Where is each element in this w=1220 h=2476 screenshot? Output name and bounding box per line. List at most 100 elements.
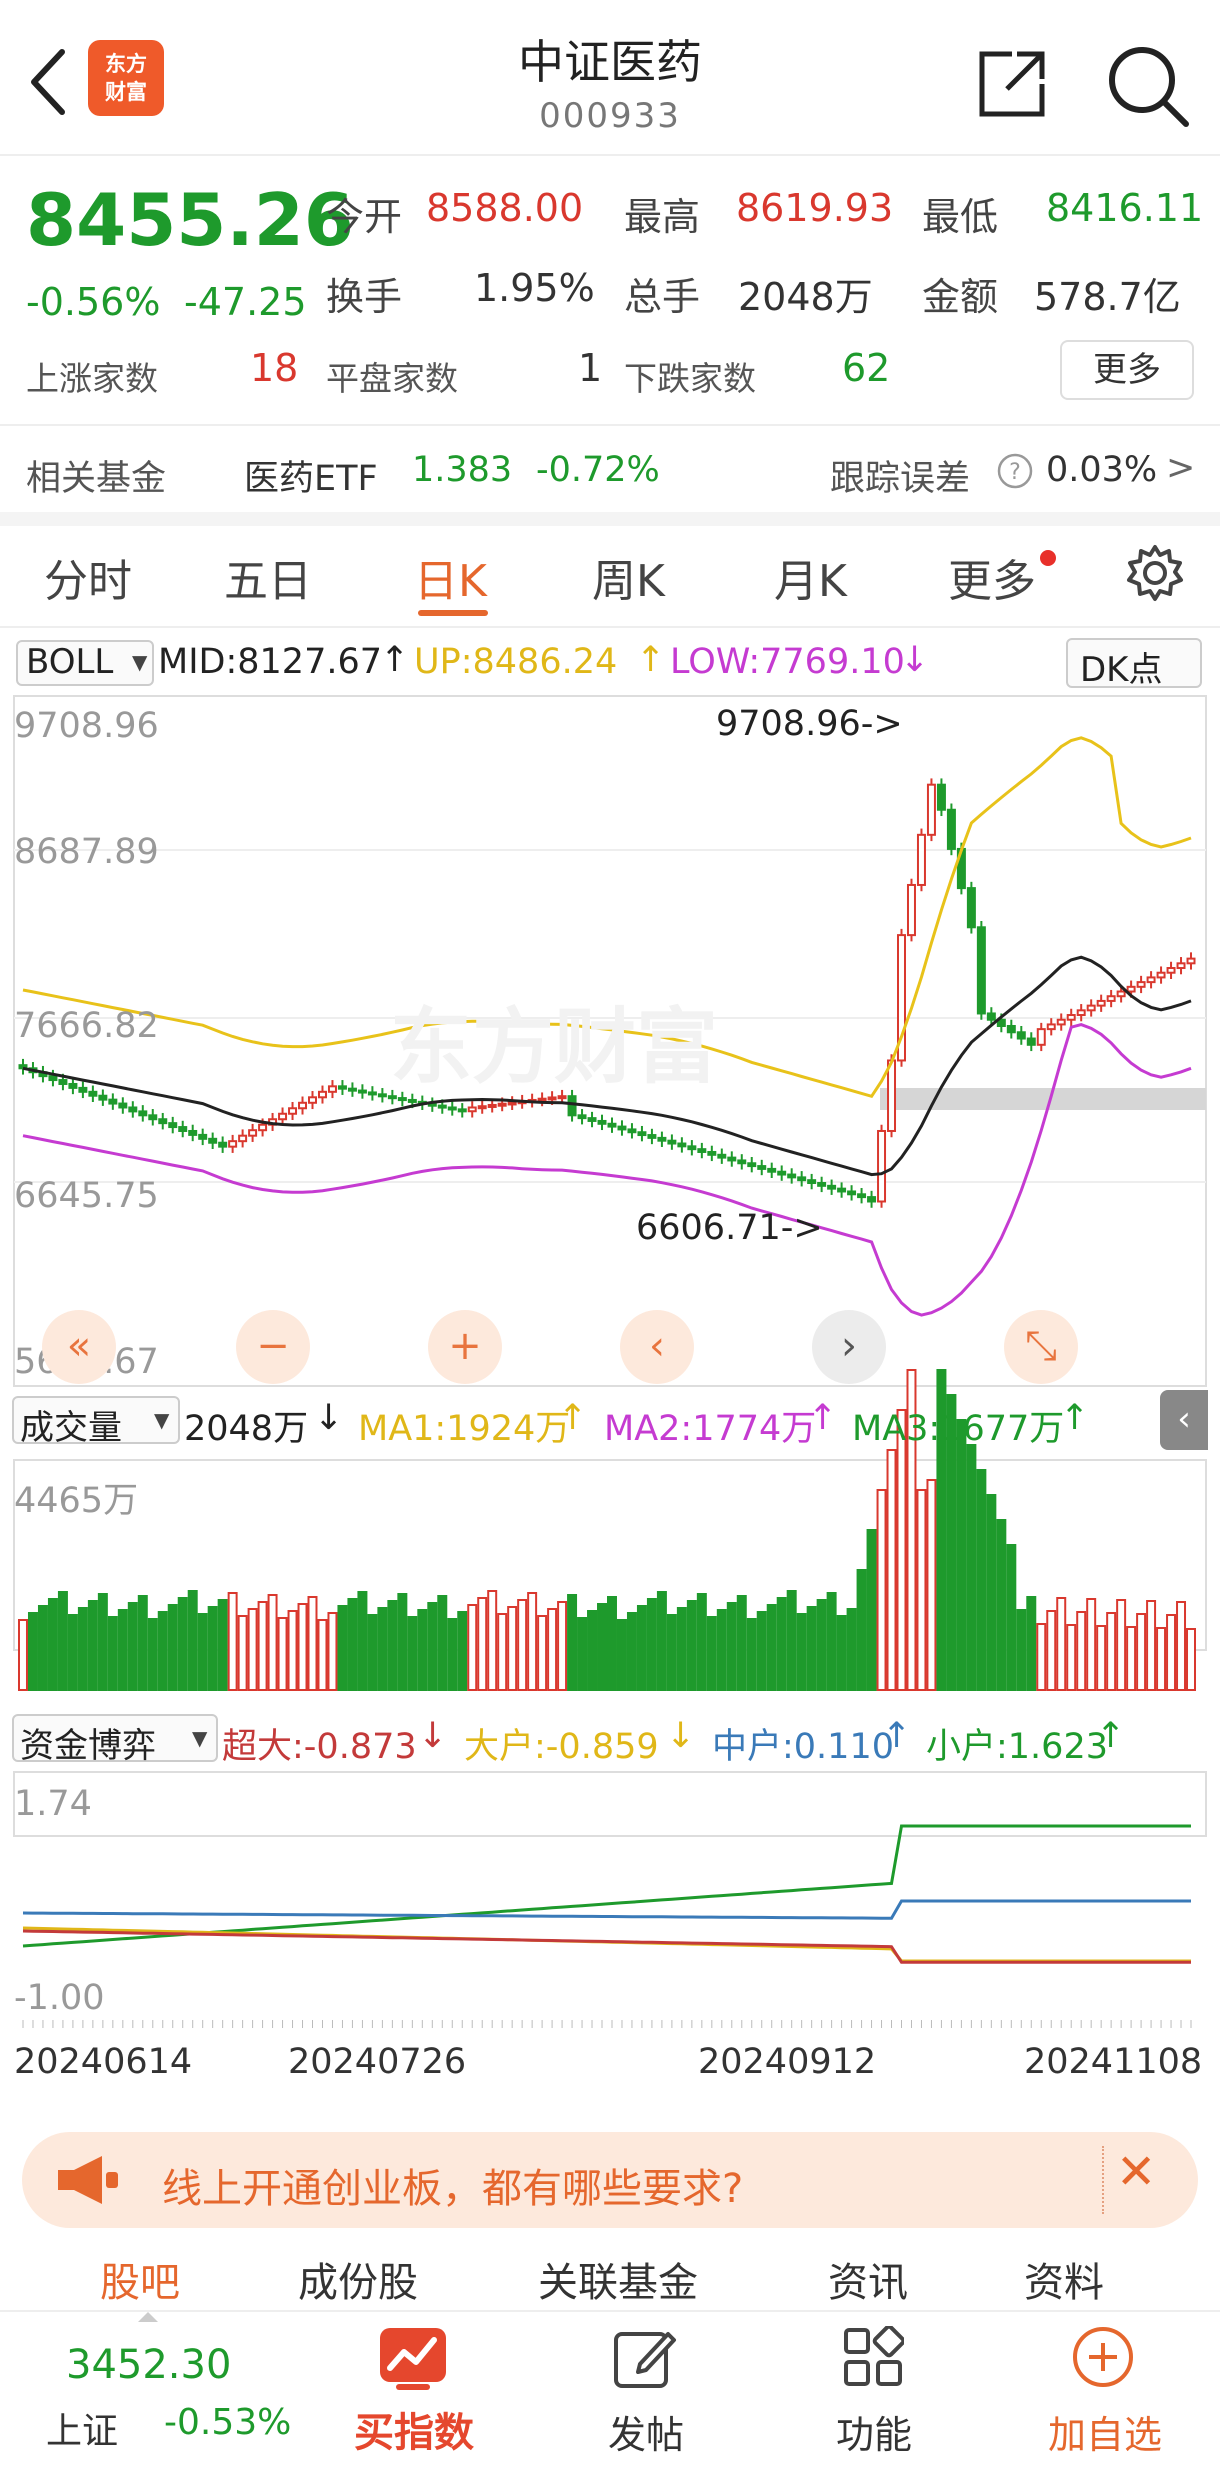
volume-bar <box>157 1611 168 1691</box>
grid-icon[interactable] <box>842 2326 904 2388</box>
tab-intraday[interactable]: 分时 <box>44 545 132 609</box>
candlestick <box>467 1106 477 1113</box>
question-icon[interactable]: ? <box>996 452 1034 490</box>
volume-bar <box>826 1592 837 1691</box>
candlestick <box>976 926 986 1015</box>
volume-bar <box>716 1609 727 1691</box>
volume-ma1: MA1:1924万 <box>358 1409 571 1449</box>
candlestick <box>617 1125 627 1131</box>
candlestick <box>1046 1023 1056 1031</box>
share-icon[interactable] <box>972 44 1052 124</box>
volume-bar <box>267 1594 278 1691</box>
settings-gear-icon[interactable] <box>1124 542 1186 604</box>
zoom-in-icon[interactable]: + <box>428 1310 502 1384</box>
flow-xl: 超大:-0.873 <box>222 1727 417 1767</box>
collapse-panel-button[interactable]: ‹ <box>1160 1390 1208 1450</box>
chart-trend-icon[interactable] <box>378 2326 448 2392</box>
volume-axis-label: 4465万 <box>14 1481 139 1521</box>
more-button[interactable]: 更多 <box>1060 340 1194 400</box>
low-label: 最低 <box>922 195 999 239</box>
tab-weekly-k[interactable]: 周K <box>592 545 665 609</box>
subtab-constituents[interactable]: 成份股 <box>298 2250 418 2308</box>
volume-bar <box>127 1602 138 1691</box>
volume-bar <box>1186 1628 1197 1691</box>
close-icon[interactable]: ✕ <box>1116 2144 1156 2200</box>
fund-name[interactable]: 医药ETF <box>244 450 378 501</box>
plus-circle-icon[interactable] <box>1070 2324 1136 2390</box>
promo-banner[interactable]: 线上开通创业板，都有哪些要求? ✕ <box>22 2132 1198 2228</box>
zoom-out-icon[interactable]: − <box>236 1310 310 1384</box>
buy-index-label[interactable]: 买指数 <box>350 2400 478 2458</box>
tab-monthly-k[interactable]: 月K <box>774 545 847 609</box>
candlestick <box>48 1075 58 1082</box>
chevron-right-icon[interactable]: > <box>1166 448 1195 488</box>
candlestick <box>717 1153 727 1159</box>
volume-bar <box>806 1606 817 1691</box>
search-icon[interactable] <box>1102 40 1192 130</box>
candlestick <box>757 1165 767 1170</box>
up-count: 18 <box>250 346 299 390</box>
subtab-profile[interactable]: 资料 <box>1024 2250 1104 2308</box>
candlestick <box>1036 1028 1046 1046</box>
volume-bar <box>67 1614 78 1691</box>
volume-bar <box>886 1449 897 1691</box>
volume-bar <box>666 1614 677 1691</box>
candlestick <box>258 1123 268 1132</box>
volume-bar <box>1116 1599 1127 1691</box>
volume-bar <box>247 1608 258 1691</box>
candlestick <box>537 1097 547 1102</box>
volume-bar <box>387 1600 398 1691</box>
market-index-name[interactable]: 上证 <box>46 2402 118 2454</box>
candlestick <box>58 1079 68 1085</box>
down-count: 62 <box>842 346 891 390</box>
volume-bar <box>1166 1614 1177 1691</box>
volume-bar <box>207 1606 218 1691</box>
candlestick <box>88 1090 98 1097</box>
dropdown-arrow-icon: ▼ <box>154 1408 170 1432</box>
expand-icon[interactable]: ⤡ <box>1004 1310 1078 1384</box>
subtab-guba[interactable]: 股吧 <box>100 2250 180 2308</box>
market-index-value[interactable]: 3452.30 <box>66 2342 231 2388</box>
post-label[interactable]: 发帖 <box>596 2404 696 2459</box>
candlestick <box>1016 1031 1026 1040</box>
market-index-percent[interactable]: -0.53% <box>164 2402 291 2443</box>
volume-bar <box>756 1611 767 1691</box>
volume-bar <box>796 1613 807 1691</box>
volume-bar <box>1036 1623 1047 1691</box>
divider <box>0 626 1220 628</box>
tab-daily-k[interactable]: 日K <box>414 545 487 609</box>
candlestick <box>827 1184 837 1190</box>
megaphone-icon <box>58 2156 118 2204</box>
tab-more[interactable]: 更多 <box>948 545 1036 609</box>
volume-bar <box>167 1604 178 1691</box>
volume-bar <box>736 1595 747 1691</box>
candlestick <box>687 1145 697 1151</box>
arrow-down-icon: ↓ <box>666 1716 696 1756</box>
price-axis-label: 6645.75 <box>14 1176 159 1216</box>
chevron-right-icon[interactable]: › <box>812 1310 886 1384</box>
function-label[interactable]: 功能 <box>824 2404 924 2459</box>
edit-icon[interactable] <box>612 2326 678 2392</box>
candlestick <box>1156 971 1166 979</box>
volume-bar <box>397 1593 408 1691</box>
add-watchlist-label[interactable]: 加自选 <box>1030 2404 1180 2459</box>
subtab-related-funds[interactable]: 关联基金 <box>538 2250 698 2308</box>
candlestick <box>647 1134 657 1139</box>
arrow-up-icon: ↑ <box>1060 1398 1090 1438</box>
chevron-left-icon[interactable]: ‹ <box>620 1310 694 1384</box>
volume-bar <box>107 1616 118 1691</box>
scroll-left-icon[interactable]: « <box>42 1310 116 1384</box>
tab-five-day[interactable]: 五日 <box>224 545 312 609</box>
price-axis-label: 7666.82 <box>14 1006 159 1046</box>
related-fund-label: 相关基金 <box>26 459 167 499</box>
volume-bar <box>916 1489 927 1691</box>
candlestick <box>327 1085 337 1093</box>
volume-bar <box>417 1609 428 1691</box>
boll-up: UP:8486.24 <box>414 642 618 682</box>
current-price: 8455.26 <box>26 178 354 262</box>
volume-bar <box>447 1618 458 1691</box>
volume-bar <box>597 1603 608 1691</box>
subtab-news[interactable]: 资讯 <box>828 2250 908 2308</box>
volume-bar <box>607 1596 617 1691</box>
low-value: 8416.11 <box>1046 186 1204 230</box>
